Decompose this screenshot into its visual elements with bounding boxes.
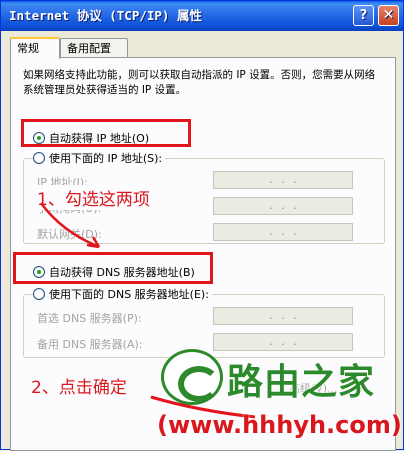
alternate-dns-label: 备用 DNS 服务器(A): xyxy=(37,338,143,351)
radio-manual-ip-label: 使用下面的 IP 地址(S): xyxy=(49,152,163,165)
radio-manual-ip[interactable]: 使用下面的 IP 地址(S): xyxy=(33,150,166,166)
highlight-auto-ip xyxy=(21,119,191,147)
help-button[interactable]: ? xyxy=(353,5,374,26)
highlight-auto-dns xyxy=(13,252,213,284)
radio-manual-dns-label: 使用下面的 DNS 服务器地址(E): xyxy=(49,288,209,301)
ip-address-input[interactable]: . . . xyxy=(213,171,353,189)
window-title: Internet 协议 (TCP/IP) 属性 xyxy=(9,8,202,23)
watermark: 路由之家 (www.hhhyh.com) xyxy=(157,349,404,451)
radio-manual-dns[interactable]: 使用下面的 DNS 服务器地址(E): xyxy=(33,286,212,302)
radio-manual-ip-indicator xyxy=(33,152,45,164)
default-gateway-input[interactable]: . . . xyxy=(213,223,353,241)
tcpip-properties-dialog: Internet 协议 (TCP/IP) 属性 ? ✕ 常规 备用配置 如果网络… xyxy=(0,0,404,451)
description-text: 如果网络支持此功能，则可以获取自动指派的 IP 设置。否则，您需要从网络系统管理… xyxy=(23,69,376,96)
watermark-url: (www.hhhyh.com) xyxy=(157,411,402,439)
preferred-dns-label: 首选 DNS 服务器(P): xyxy=(37,312,142,325)
title-bar: Internet 协议 (TCP/IP) 属性 ? ✕ xyxy=(1,1,403,31)
tab-general[interactable]: 常规 xyxy=(10,37,60,59)
close-button[interactable]: ✕ xyxy=(378,5,399,26)
watermark-logo-icon xyxy=(161,349,223,405)
annotation-step2: 2、点击确定 xyxy=(31,378,127,398)
tab-alternate-config[interactable]: 备用配置 xyxy=(60,38,128,58)
radio-manual-dns-indicator xyxy=(33,288,45,300)
watermark-name: 路由之家 xyxy=(227,362,376,403)
subnet-mask-input[interactable]: . . . xyxy=(213,197,353,215)
preferred-dns-input[interactable]: . . . xyxy=(213,307,353,325)
annotation-arrow-icon xyxy=(39,202,101,249)
